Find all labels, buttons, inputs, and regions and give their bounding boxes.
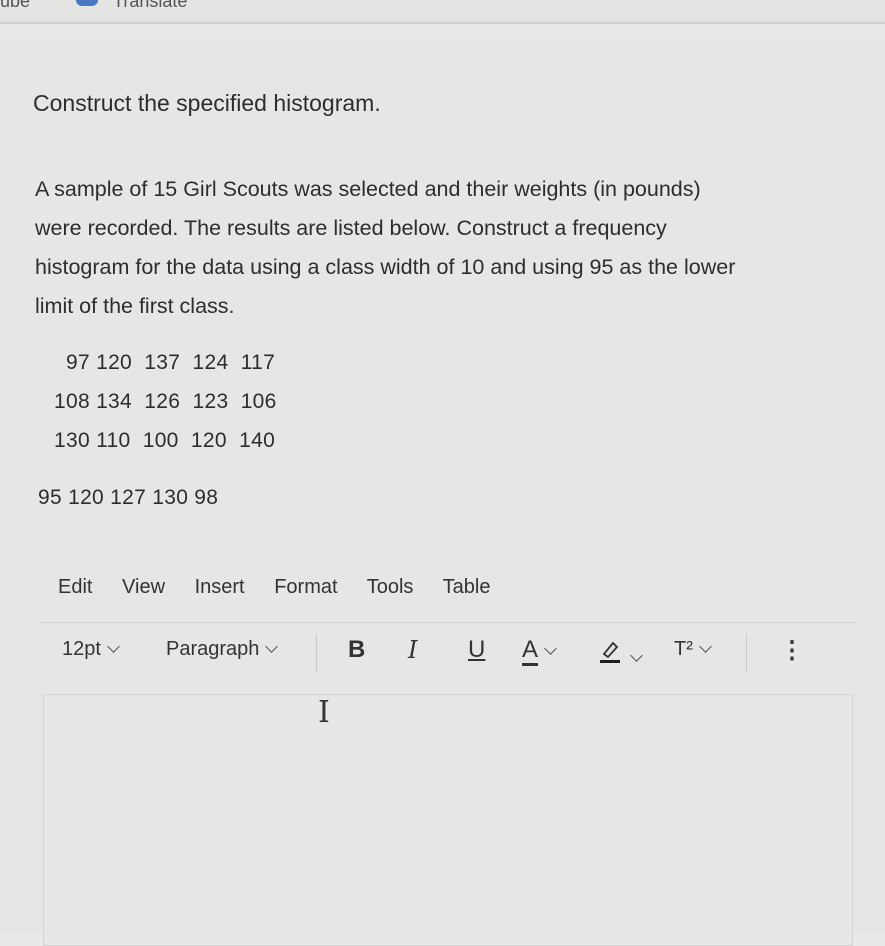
superscript-button[interactable]: T² — [674, 638, 712, 661]
highlight-color-button[interactable] — [598, 638, 643, 670]
menu-insert[interactable]: Insert — [195, 576, 245, 598]
underline-button[interactable]: U — [468, 636, 485, 664]
chevron-down-icon — [544, 642, 557, 655]
menu-view[interactable]: View — [122, 576, 165, 598]
chevron-down-icon — [265, 640, 279, 653]
block-format-dropdown[interactable]: Paragraph — [166, 638, 279, 661]
data-row-extra: 95 120 127 130 98 — [38, 486, 219, 509]
highlight-color-bar — [600, 660, 620, 663]
translate-icon[interactable] — [76, 0, 98, 6]
block-format-value: Paragraph — [166, 638, 260, 660]
font-size-value: 12pt — [62, 638, 101, 660]
browser-top-strip: rube Translate — [0, 0, 885, 24]
chevron-down-icon — [107, 640, 120, 653]
bold-button[interactable]: B — [348, 636, 365, 664]
text-cursor-icon: I — [318, 695, 330, 730]
toolbar-separator — [746, 634, 747, 672]
chevron-down-icon — [699, 640, 712, 653]
question-text: A sample of 15 Girl Scouts was selected … — [35, 170, 865, 326]
menu-format[interactable]: Format — [274, 576, 337, 598]
menu-edit[interactable]: Edit — [58, 576, 92, 598]
menubar-divider — [40, 622, 855, 623]
data-row: 130 110 100 120 140 — [54, 429, 276, 452]
cut-tab-text: rube — [0, 0, 31, 11]
more-options-icon[interactable]: ⋮ — [780, 636, 804, 665]
text-color-button[interactable]: A — [522, 636, 557, 666]
data-row: 97 120 137 124 117 — [66, 351, 276, 374]
pen-highlight-icon — [600, 641, 620, 663]
text-color-glyph: A — [522, 636, 539, 666]
question-line: limit of the first class. — [35, 294, 235, 318]
toolbar-separator — [316, 634, 317, 672]
superscript-glyph: T² — [674, 638, 693, 660]
question-line: were recorded. The results are listed be… — [35, 216, 667, 240]
data-row: 108 134 126 123 106 — [54, 390, 277, 413]
font-size-dropdown[interactable]: 12pt — [62, 638, 120, 661]
rich-text-editor-area[interactable] — [43, 694, 853, 946]
question-line: A sample of 15 Girl Scouts was selected … — [35, 177, 701, 201]
menu-table[interactable]: Table — [443, 576, 491, 598]
editor-menubar: Edit View Insert Format Tools Table — [58, 576, 514, 599]
editor-toolbar: 12pt Paragraph B I U A T² ⋮ — [62, 634, 852, 672]
chevron-down-icon — [630, 649, 643, 662]
question-line: histogram for the data using a class wid… — [35, 255, 736, 279]
menu-tools[interactable]: Tools — [367, 576, 414, 598]
question-heading: Construct the specified histogram. — [33, 90, 381, 116]
translate-label[interactable]: Translate — [113, 0, 187, 12]
italic-button[interactable]: I — [408, 636, 417, 664]
